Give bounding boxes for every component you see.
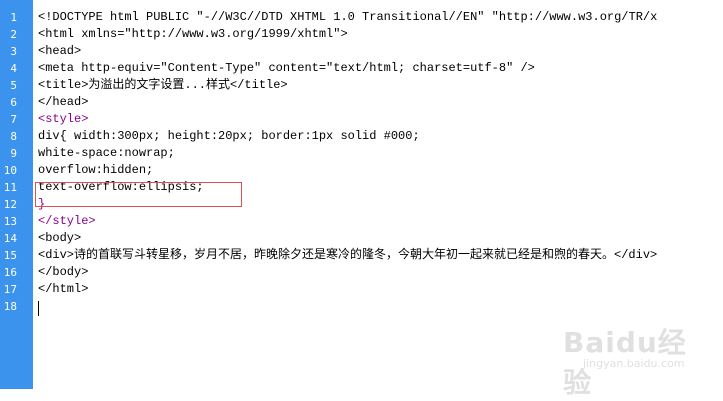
line-number: 18	[3, 300, 17, 313]
line-number: 15	[3, 249, 17, 262]
line-number: 2	[10, 28, 17, 41]
line-number: 4	[10, 62, 17, 75]
line-number-gutter: 1 2 3 4 5 6 7 8 9 10 11 12 13 14 15 16 1…	[0, 0, 33, 389]
highlight-annotation-box	[35, 182, 242, 207]
code-line-doctype[interactable]: <!DOCTYPE html PUBLIC "-//W3C//DTD XHTML…	[38, 9, 657, 26]
line-number: 11	[3, 181, 17, 194]
line-number: 16	[3, 266, 17, 279]
line-number: 10	[3, 164, 17, 177]
code-line-html-close[interactable]: </html>	[38, 281, 88, 298]
code-line-html-open[interactable]: <html xmlns="http://www.w3.org/1999/xhtm…	[38, 26, 348, 43]
code-line-title[interactable]: <title>为溢出的文字设置...样式</title>	[38, 77, 288, 94]
code-line-style-open[interactable]: <style>	[38, 111, 88, 128]
line-number: 3	[10, 45, 17, 58]
code-line-div-rule[interactable]: div{ width:300px; height:20px; border:1p…	[38, 128, 420, 145]
line-number: 12	[3, 198, 17, 211]
line-number: 7	[10, 113, 17, 126]
code-line-body-close[interactable]: </body>	[38, 264, 88, 281]
code-line-style-close[interactable]: </style>	[38, 213, 96, 230]
line-number: 17	[3, 283, 17, 296]
code-line-white-space[interactable]: white-space:nowrap;	[38, 145, 175, 162]
line-number: 13	[3, 215, 17, 228]
code-line-head-open[interactable]: <head>	[38, 43, 81, 60]
code-line-div-content[interactable]: <div>诗的首联写斗转星移，岁月不居，昨晚除夕还是寒冷的隆冬，今朝大年初一起来…	[38, 247, 657, 264]
code-editor[interactable]: 1 2 3 4 5 6 7 8 9 10 11 12 13 14 15 16 1…	[0, 0, 723, 399]
code-line-meta[interactable]: <meta http-equiv="Content-Type" content=…	[38, 60, 535, 77]
code-line-body-open[interactable]: <body>	[38, 230, 81, 247]
line-number: 1	[10, 11, 17, 24]
line-number: 5	[10, 79, 17, 92]
baidu-watermark: Baidu经验 jingyan.baidu.com	[563, 321, 713, 399]
line-number: 8	[10, 130, 17, 143]
line-number: 14	[3, 232, 17, 245]
code-line-head-close[interactable]: </head>	[38, 94, 88, 111]
code-line-overflow[interactable]: overflow:hidden;	[38, 162, 153, 179]
watermark-url: jingyan.baidu.com	[583, 357, 685, 370]
text-cursor	[38, 301, 39, 316]
line-number: 9	[10, 147, 17, 160]
line-number: 6	[10, 96, 17, 109]
